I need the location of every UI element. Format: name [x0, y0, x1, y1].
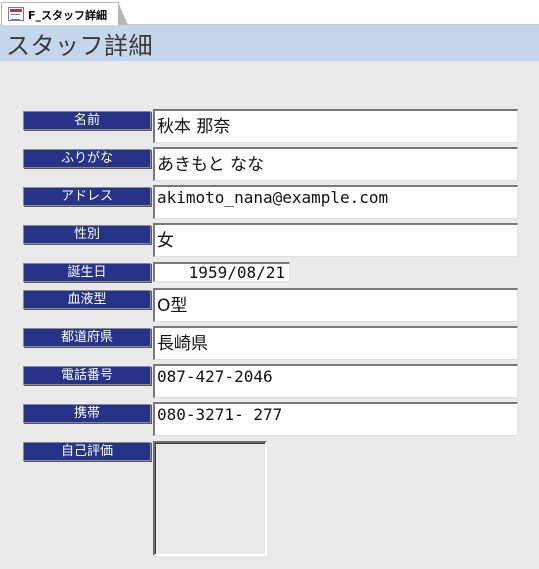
form-icon — [8, 7, 24, 21]
page-title: スタッフ詳細 — [6, 32, 153, 60]
phone-field[interactable]: 087-427-2046 — [153, 364, 518, 398]
blood-type-field[interactable]: O型 — [153, 288, 518, 322]
mobile-label: 携帯 — [23, 404, 151, 423]
name-label: 名前 — [23, 111, 151, 130]
self-evaluation-image-frame[interactable] — [153, 441, 267, 556]
prefecture-label: 都道府県 — [23, 328, 151, 347]
document-tab-bar: F_スタッフ詳細 — [0, 0, 539, 25]
blood-type-label: 血液型 — [23, 290, 151, 309]
form-header: スタッフ詳細 — [0, 25, 539, 61]
name-field[interactable]: 秋本 那奈 — [153, 109, 518, 143]
birthday-field[interactable]: 1959/08/21 — [153, 262, 290, 282]
gender-label: 性別 — [23, 225, 151, 244]
furigana-label: ふりがな — [23, 149, 151, 168]
furigana-field[interactable]: あきもと なな — [153, 147, 518, 181]
form-tab-label: F_スタッフ詳細 — [28, 9, 108, 22]
birthday-label: 誕生日 — [23, 263, 151, 282]
email-field[interactable]: akimoto_nana@example.com — [153, 185, 518, 219]
self-evaluation-label: 自己評価 — [23, 442, 151, 461]
mobile-field[interactable]: 080-3271- 277 — [153, 402, 518, 436]
prefecture-field[interactable]: 長崎県 — [153, 326, 518, 360]
gender-field[interactable]: 女 — [153, 223, 518, 257]
form-tab[interactable]: F_スタッフ詳細 — [1, 2, 128, 25]
phone-label: 電話番号 — [23, 366, 151, 385]
address-label: アドレス — [23, 187, 151, 206]
